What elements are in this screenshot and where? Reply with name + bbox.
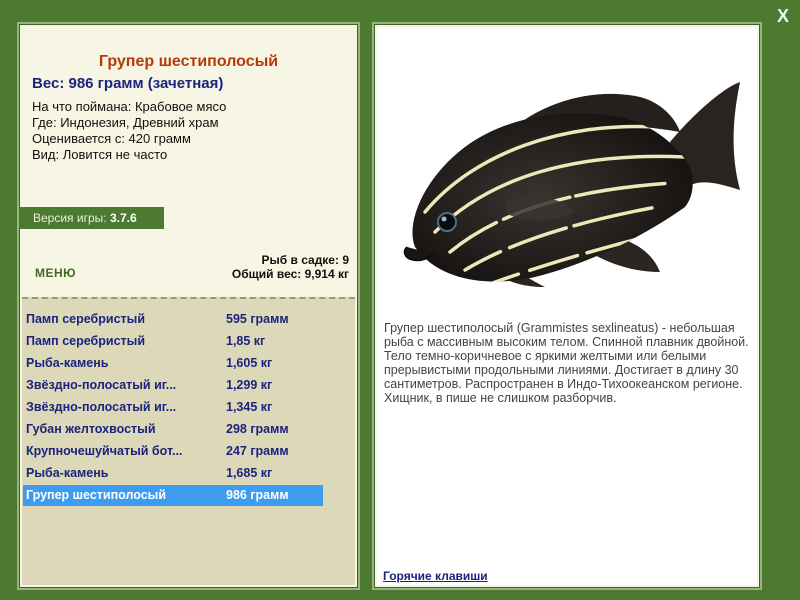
catch-fish-name: Памп серебристый [26, 312, 146, 326]
close-button[interactable]: X [772, 5, 794, 27]
close-icon: X [776, 6, 789, 26]
catch-fish-weight: 298 грамм [226, 422, 289, 436]
catch-fish-name: Памп серебристый [26, 334, 146, 348]
catch-fish-name: Звёздно-полосатый иг... [26, 400, 177, 414]
catch-list-row[interactable]: Памп серебристый 1,85 кг [23, 331, 323, 352]
fish-detail-panel: Групер шестиполосый (Grammistes sexlinea… [372, 22, 762, 590]
catch-fish-name: Крупночешуйчатый бот... [26, 444, 183, 458]
location-info: Где: Индонезия, Древний храм [32, 115, 219, 130]
fish-weight: Вес: 986 грамм (зачетная) [32, 75, 224, 92]
rarity-info: Вид: Ловится не часто [32, 147, 168, 162]
catch-fish-weight: 595 грамм [226, 312, 289, 326]
catch-list-row[interactable]: Крупночешуйчатый бот... 247 грамм [23, 441, 323, 462]
fish-eye [437, 212, 457, 232]
game-version: Версия игры: 3.7.6 [19, 207, 164, 229]
catch-fish-name: Звёздно-полосатый иг... [26, 378, 177, 392]
version-label: Версия игры: [33, 211, 107, 225]
catch-list-row[interactable]: Памп серебристый 595 грамм [23, 309, 323, 330]
fish-illustration [403, 82, 740, 287]
fish-body [412, 113, 693, 282]
hotkeys-link[interactable]: Горячие клавиши [383, 569, 488, 583]
catch-list: Памп серебристый 595 грамм Памп серебристы… [22, 297, 355, 585]
catch-fish-name: Губан желтохвостый [26, 422, 156, 436]
fish-info-content: Групер шестиполосый Вес: 986 грамм (заче… [19, 27, 355, 585]
catch-fish-weight: 1,685 кг [226, 466, 273, 480]
fish-title: Групер шестиполосый [98, 53, 279, 70]
keep-fish-count: Рыб в садке: 9 [261, 253, 349, 267]
value-info: Оценивается с: 420 грамм [32, 131, 191, 146]
keep-total-weight: Общий вес: 9,914 кг [231, 267, 349, 281]
catch-list-row[interactable]: Групер шестиполосый 986 грамм [23, 485, 323, 506]
catch-list-row[interactable]: Рыба-камень 1,605 кг [23, 353, 323, 374]
catch-fish-weight: 1,85 кг [226, 334, 266, 348]
catch-fish-weight: 1,299 кг [226, 378, 273, 392]
version-number: 3.7.6 [109, 211, 137, 225]
fish-detail-content: Групер шестиполосый (Grammistes sexlinea… [377, 27, 757, 585]
catch-fish-weight: 1,345 кг [226, 400, 273, 414]
fish-info-panel: Групер шестиполосый Вес: 986 грамм (заче… [17, 22, 360, 590]
catch-fish-weight: 986 грамм [226, 488, 289, 502]
catch-fish-name: Рыба-камень [26, 356, 109, 370]
catch-list-row[interactable]: Губан желтохвостый 298 грамм [23, 419, 323, 440]
catch-fish-weight: 247 грамм [226, 444, 289, 458]
catch-fish-weight: 1,605 кг [226, 356, 273, 370]
catch-list-row[interactable]: Звёздно-полосатый иг... 1,299 кг [23, 375, 323, 396]
menu-button[interactable]: МЕНЮ [35, 266, 76, 280]
catch-list-row[interactable]: Рыба-камень 1,685 кг [23, 463, 323, 484]
catch-list-row[interactable]: Звёздно-полосатый иг... 1,345 кг [23, 397, 323, 418]
bait-info: На что поймана: Крабовое мясо [32, 99, 227, 114]
catch-fish-name: Групер шестиполосый [26, 488, 167, 502]
fish-description: Групер шестиполосый (Grammistes sexlinea… [384, 321, 749, 405]
catch-fish-name: Рыба-камень [26, 466, 109, 480]
